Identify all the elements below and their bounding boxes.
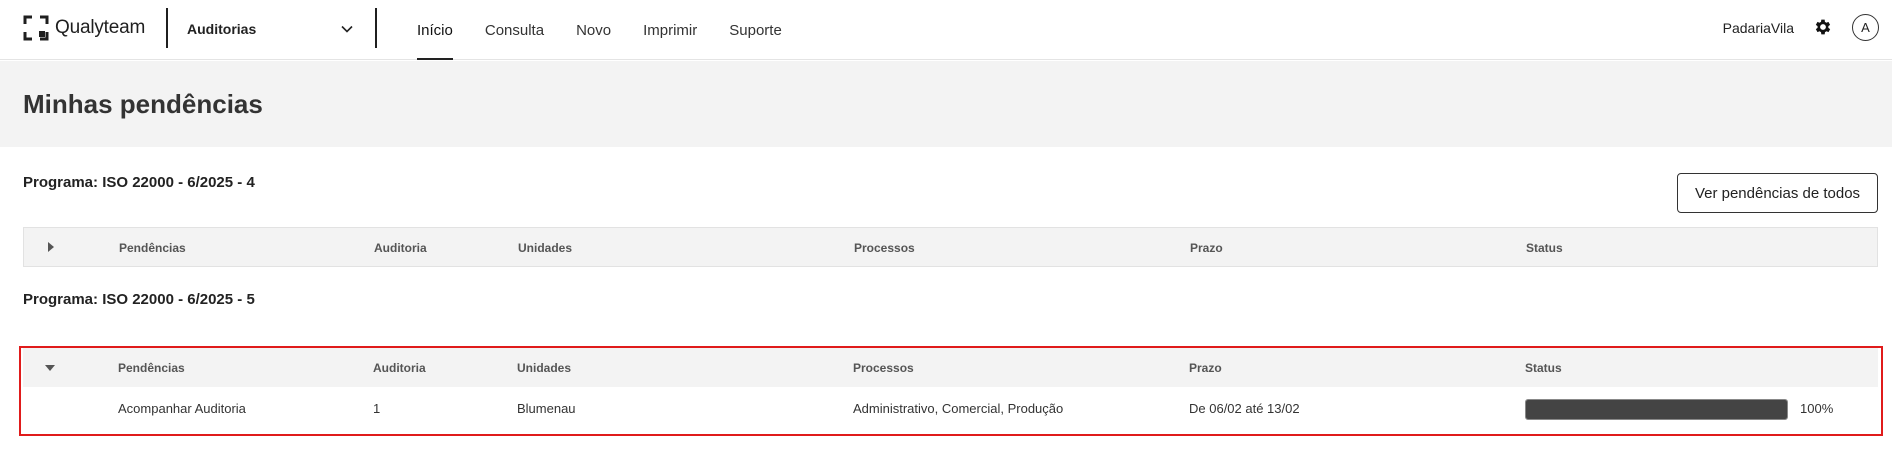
column-header-unidades: Unidades [518,241,573,255]
nav-inicio[interactable]: Início [417,0,453,60]
column-header-processos: Processos [854,241,915,255]
module-selector[interactable]: Auditorias [187,17,357,41]
status-progress-bar [1525,399,1788,420]
logo-text: Qualyteam [55,17,146,38]
column-header-pendencias: Pendências [119,241,186,255]
page-title: Minhas pendências [23,89,263,119]
program-table-header: Pendências Auditoria Unidades Processos … [23,348,1878,388]
module-selector-label: Auditorias [187,21,257,37]
nav-consulta[interactable]: Consulta [485,0,544,60]
column-header-processos: Processos [853,361,914,375]
chevron-down-icon [341,25,353,33]
cell-auditoria: 1 [373,401,381,416]
expand-toggle[interactable] [44,240,58,254]
gear-icon[interactable] [1813,17,1833,37]
program-title: Programa: ISO 22000 - 6/2025 - 5 [23,291,255,308]
top-navigation-bar: Qualyteam Auditorias Início Consulta Nov… [0,0,1892,60]
cell-pendencia[interactable]: Acompanhar Auditoria [118,401,246,416]
column-header-prazo: Prazo [1189,361,1222,375]
column-header-unidades: Unidades [517,361,572,375]
qualyteam-logo[interactable]: Qualyteam [23,14,145,42]
column-header-pendencias: Pendências [118,361,185,375]
header-divider [375,8,377,48]
cell-processos: Administrativo, Comercial, Produção [853,401,1064,416]
status-percent: 100% [1800,401,1834,416]
program-table-header: Pendências Auditoria Unidades Processos … [23,227,1878,267]
caret-down-icon [45,365,55,371]
program-title: Programa: ISO 22000 - 6/2025 - 4 [23,174,255,191]
nav-suporte[interactable]: Suporte [729,0,782,60]
caret-right-icon [48,242,54,252]
avatar[interactable]: A [1852,14,1879,41]
column-header-prazo: Prazo [1190,241,1223,255]
table-row[interactable]: Acompanhar Auditoria 1 Blumenau Administ… [23,387,1878,432]
cell-prazo: De 06/02 até 13/02 [1189,401,1300,416]
page-title-band: Minhas pendências [0,61,1892,147]
nav-imprimir[interactable]: Imprimir [643,0,697,60]
column-header-auditoria: Auditoria [373,361,426,375]
logo-brackets-icon [23,15,49,41]
column-header-auditoria: Auditoria [374,241,427,255]
main-nav: Início Consulta Novo Imprimir Suporte [417,0,814,60]
view-all-pending-button[interactable]: Ver pendências de todos [1677,173,1878,213]
collapse-toggle[interactable] [43,361,57,375]
cell-unidades: Blumenau [517,401,576,416]
column-header-status: Status [1526,241,1563,255]
status-progress-fill [1526,400,1787,419]
nav-novo[interactable]: Novo [576,0,611,60]
column-header-status: Status [1525,361,1562,375]
organization-name[interactable]: PadariaVila [1723,20,1794,36]
header-divider [166,8,168,48]
